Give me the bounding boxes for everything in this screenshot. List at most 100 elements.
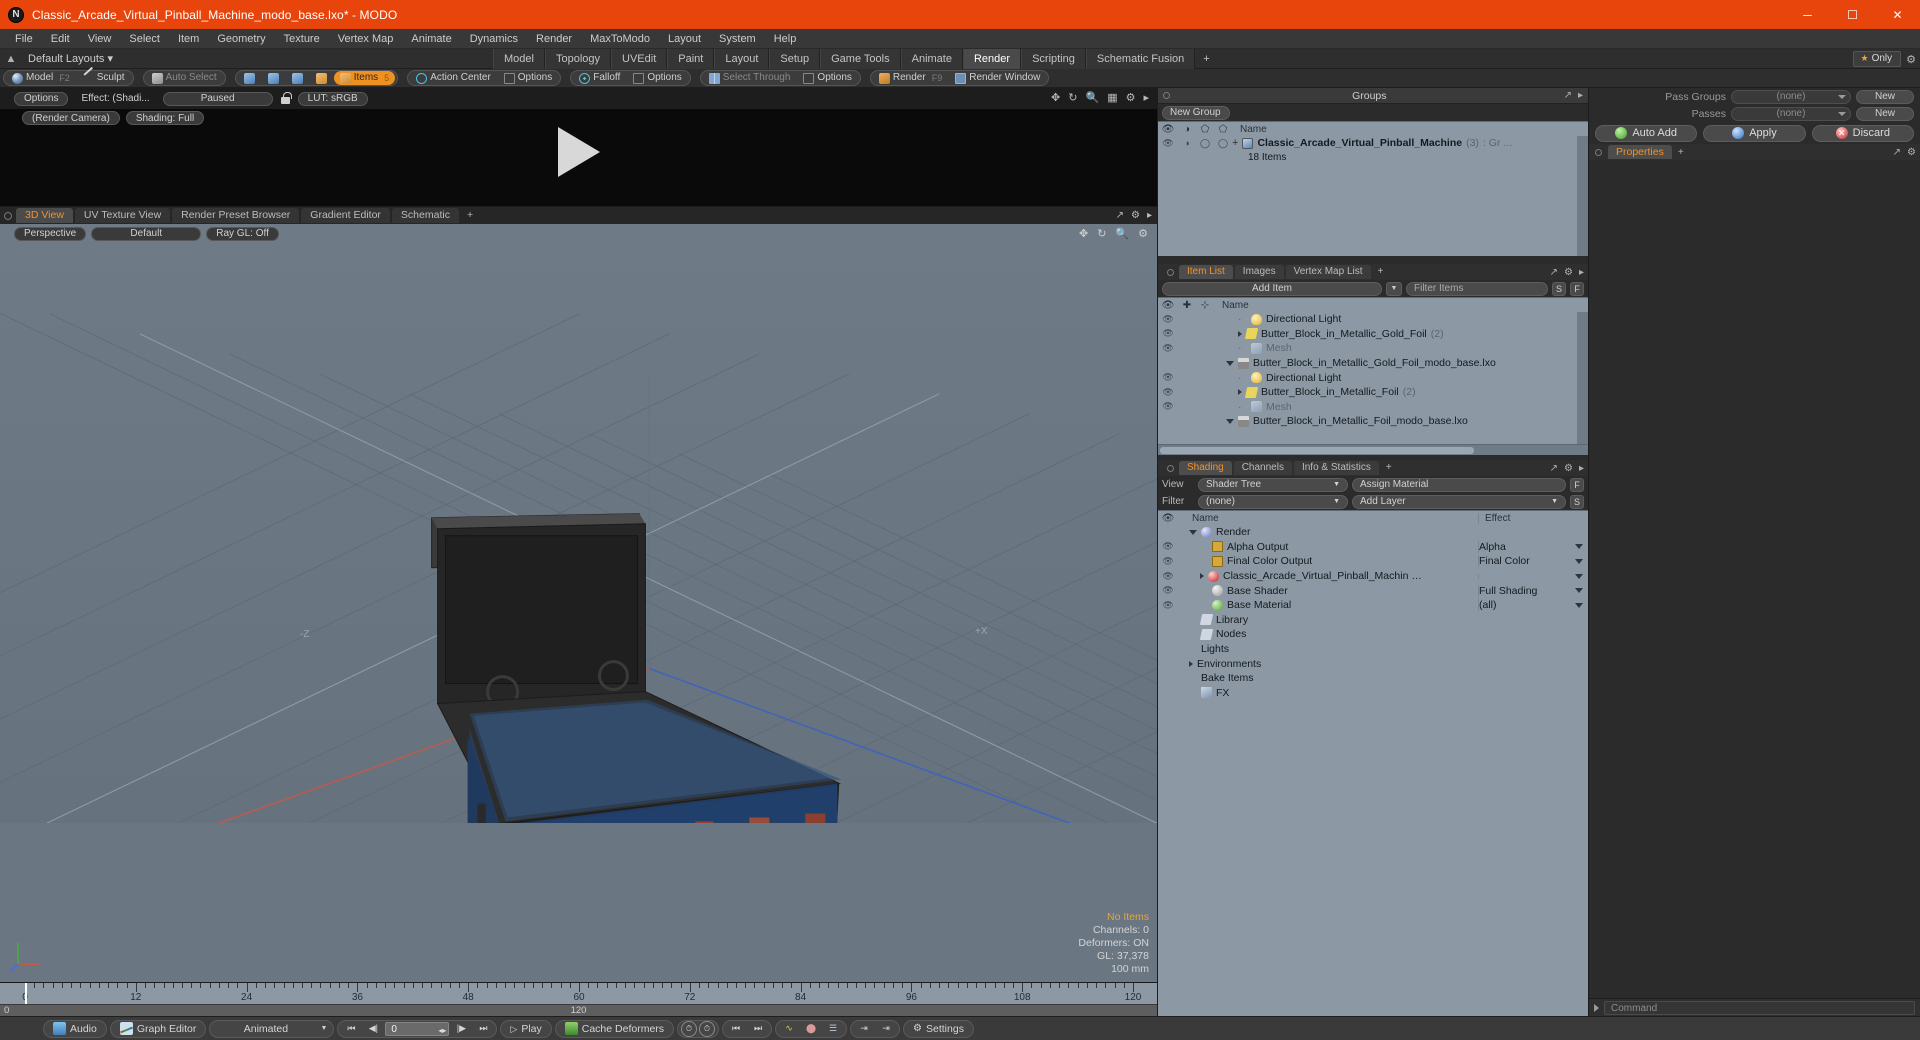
frame-stepper-icon[interactable]: ◂▸ xyxy=(438,1024,446,1037)
table-row[interactable]: 👁·Mesh xyxy=(1158,400,1588,415)
move-icon[interactable]: ✥ xyxy=(1051,91,1060,104)
go-to-end-button[interactable]: ⏭ xyxy=(473,1021,493,1037)
preview-lut-button[interactable]: LUT: sRGB xyxy=(298,92,368,106)
row-eye-icon[interactable]: 👁 xyxy=(1158,585,1178,596)
next-frame-button[interactable]: |▶ xyxy=(451,1021,471,1037)
new-group-button[interactable]: New Group xyxy=(1162,106,1230,120)
panel-menu-dot[interactable] xyxy=(1167,465,1174,472)
expand-icon[interactable]: ↗ xyxy=(1550,267,1558,278)
table-row[interactable]: 👁Butter_Block_in_Metallic_Foil (2) xyxy=(1158,385,1588,400)
minimize-button[interactable]: ─ xyxy=(1785,0,1830,29)
grid-icon[interactable]: ▦ xyxy=(1107,91,1117,104)
chevron-right-icon[interactable]: ▸ xyxy=(1579,267,1584,278)
expand-icon[interactable]: ↗ xyxy=(1564,90,1572,101)
menu-item-file[interactable]: File xyxy=(6,29,42,49)
layout-tab-uvedit[interactable]: UVEdit xyxy=(611,49,667,69)
table-row[interactable]: Render xyxy=(1158,525,1588,540)
row-expand-arrow-icon[interactable] xyxy=(1238,331,1242,337)
row-eye-icon[interactable]: 👁 xyxy=(1158,387,1178,398)
gear-icon[interactable]: ⚙ xyxy=(1564,267,1573,278)
table-row[interactable]: 👁·Directional Light xyxy=(1158,312,1588,327)
maximize-button[interactable]: ☐ xyxy=(1830,0,1875,29)
table-row[interactable]: Lights xyxy=(1158,642,1588,657)
row-expand-arrow-icon[interactable] xyxy=(1189,661,1193,667)
hscroll-thumb[interactable] xyxy=(1160,447,1474,454)
filter-items-input[interactable]: Filter Items xyxy=(1406,282,1548,296)
add-layout-tab-button[interactable]: + xyxy=(1195,49,1217,69)
layout-tab-topology[interactable]: Topology xyxy=(545,49,611,69)
mode-model-button[interactable]: Model F2 xyxy=(6,71,76,85)
ellipse-icon[interactable]: ⬤ xyxy=(801,1021,821,1037)
chevron-down-icon[interactable] xyxy=(1575,588,1583,593)
next-key-icon[interactable]: ⏭ xyxy=(748,1021,768,1037)
lock-icon[interactable] xyxy=(279,92,292,105)
zoom-icon[interactable]: 🔍 xyxy=(1115,227,1129,240)
prev-key-icon[interactable]: ⏮ xyxy=(726,1021,746,1037)
polygon-mode-button[interactable] xyxy=(286,71,309,85)
add-item-button[interactable]: Add Item xyxy=(1162,282,1382,296)
gear-icon[interactable]: ⚙ xyxy=(1138,227,1148,240)
falloff-button[interactable]: Falloff xyxy=(573,71,626,85)
select-through-options-button[interactable]: Options xyxy=(797,71,857,85)
render-camera-button[interactable]: (Render Camera) xyxy=(22,111,120,125)
menu-item-geometry[interactable]: Geometry xyxy=(208,29,274,49)
shading-f-button[interactable]: F xyxy=(1570,478,1584,492)
row-effect-cell[interactable]: Alpha xyxy=(1478,541,1588,553)
set-key-icon[interactable]: ⏱ xyxy=(681,1021,697,1037)
discard-button[interactable]: ✕ Discard xyxy=(1812,125,1914,142)
expand-icon[interactable]: ↗ xyxy=(1893,147,1901,158)
viewport-style-button[interactable]: Default xyxy=(91,227,201,241)
row-eye-icon[interactable]: 👁 xyxy=(1158,314,1178,325)
menu-item-render[interactable]: Render xyxy=(527,29,581,49)
viewport-tab-schematic[interactable]: Schematic xyxy=(392,208,459,223)
preview-shading-button[interactable]: Shading: Full xyxy=(126,111,204,125)
frame-input[interactable]: 0 ◂▸ xyxy=(385,1022,449,1036)
edge-mode-button[interactable] xyxy=(262,71,285,85)
remove-key-icon[interactable]: ⏱ xyxy=(699,1021,715,1037)
row-lock2-icon[interactable]: ◯ xyxy=(1214,138,1232,149)
zoom-icon[interactable]: 🔍 xyxy=(1085,91,1099,104)
play-overlay-icon[interactable] xyxy=(558,127,600,177)
groups-vscrollbar[interactable] xyxy=(1577,136,1588,256)
table-row[interactable]: Library xyxy=(1158,613,1588,628)
mode-sculpt-button[interactable]: Sculpt xyxy=(77,71,131,85)
viewport-raygl-button[interactable]: Ray GL: Off xyxy=(206,227,279,241)
viewport-tab-render-preset-browser[interactable]: Render Preset Browser xyxy=(172,208,299,223)
timeline-playhead[interactable] xyxy=(25,983,27,1005)
panel-menu-dot[interactable] xyxy=(1167,269,1174,276)
passes-dropdown[interactable]: (none) xyxy=(1731,107,1851,121)
layout-tab-render[interactable]: Render xyxy=(963,49,1021,69)
viewport-tab-uv-texture-view[interactable]: UV Texture View xyxy=(75,208,170,223)
apply-button[interactable]: Apply xyxy=(1703,125,1805,142)
item-list-tree[interactable]: 👁·Directional Light👁Butter_Block_in_Meta… xyxy=(1158,312,1588,444)
row-lock1-icon[interactable]: ◯ xyxy=(1196,138,1214,149)
layout-tab-setup[interactable]: Setup xyxy=(769,49,820,69)
viewport-projection-button[interactable]: Perspective xyxy=(14,227,86,241)
chevron-down-icon[interactable] xyxy=(1575,544,1583,549)
anchor-icon[interactable]: ▲ xyxy=(0,53,22,65)
row-effect-cell[interactable]: Full Shading xyxy=(1478,585,1588,597)
table-row[interactable]: Nodes xyxy=(1158,627,1588,642)
row-effect-cell[interactable] xyxy=(1478,574,1588,579)
gear-icon[interactable]: ⚙ xyxy=(1126,91,1136,104)
item-tab-item-list[interactable]: Item List xyxy=(1179,265,1233,279)
table-row[interactable]: 👁Final Color OutputFinal Color xyxy=(1158,554,1588,569)
menu-item-select[interactable]: Select xyxy=(120,29,169,49)
expand-icon[interactable]: ↗ xyxy=(1550,463,1558,474)
select-through-button[interactable]: Select Through xyxy=(703,71,797,85)
table-row[interactable]: 👁·Mesh xyxy=(1158,341,1588,356)
chevron-down-icon[interactable] xyxy=(1575,574,1583,579)
row-expand-arrow-icon[interactable] xyxy=(1226,361,1234,366)
add-tab-button[interactable]: + xyxy=(1678,147,1684,158)
item-list-hscrollbar[interactable] xyxy=(1158,444,1588,455)
menu-item-animate[interactable]: Animate xyxy=(402,29,460,49)
layout-tab-paint[interactable]: Paint xyxy=(667,49,714,69)
render-window-button[interactable]: Render Window xyxy=(949,71,1046,85)
shading-s-button[interactable]: S xyxy=(1570,495,1584,509)
table-row[interactable]: Butter_Block_in_Metallic_Foil_modo_base.… xyxy=(1158,414,1588,429)
default-layouts-dropdown[interactable]: Default Layouts ▾ xyxy=(22,52,119,65)
animated-dropdown[interactable]: Animated xyxy=(213,1021,318,1037)
audio-button[interactable]: Audio xyxy=(47,1021,103,1037)
3d-viewport[interactable]: Perspective Default Ray GL: Off ✥ ↻ 🔍 ⚙ … xyxy=(0,224,1157,982)
gear-icon[interactable]: ⚙ xyxy=(1564,463,1573,474)
